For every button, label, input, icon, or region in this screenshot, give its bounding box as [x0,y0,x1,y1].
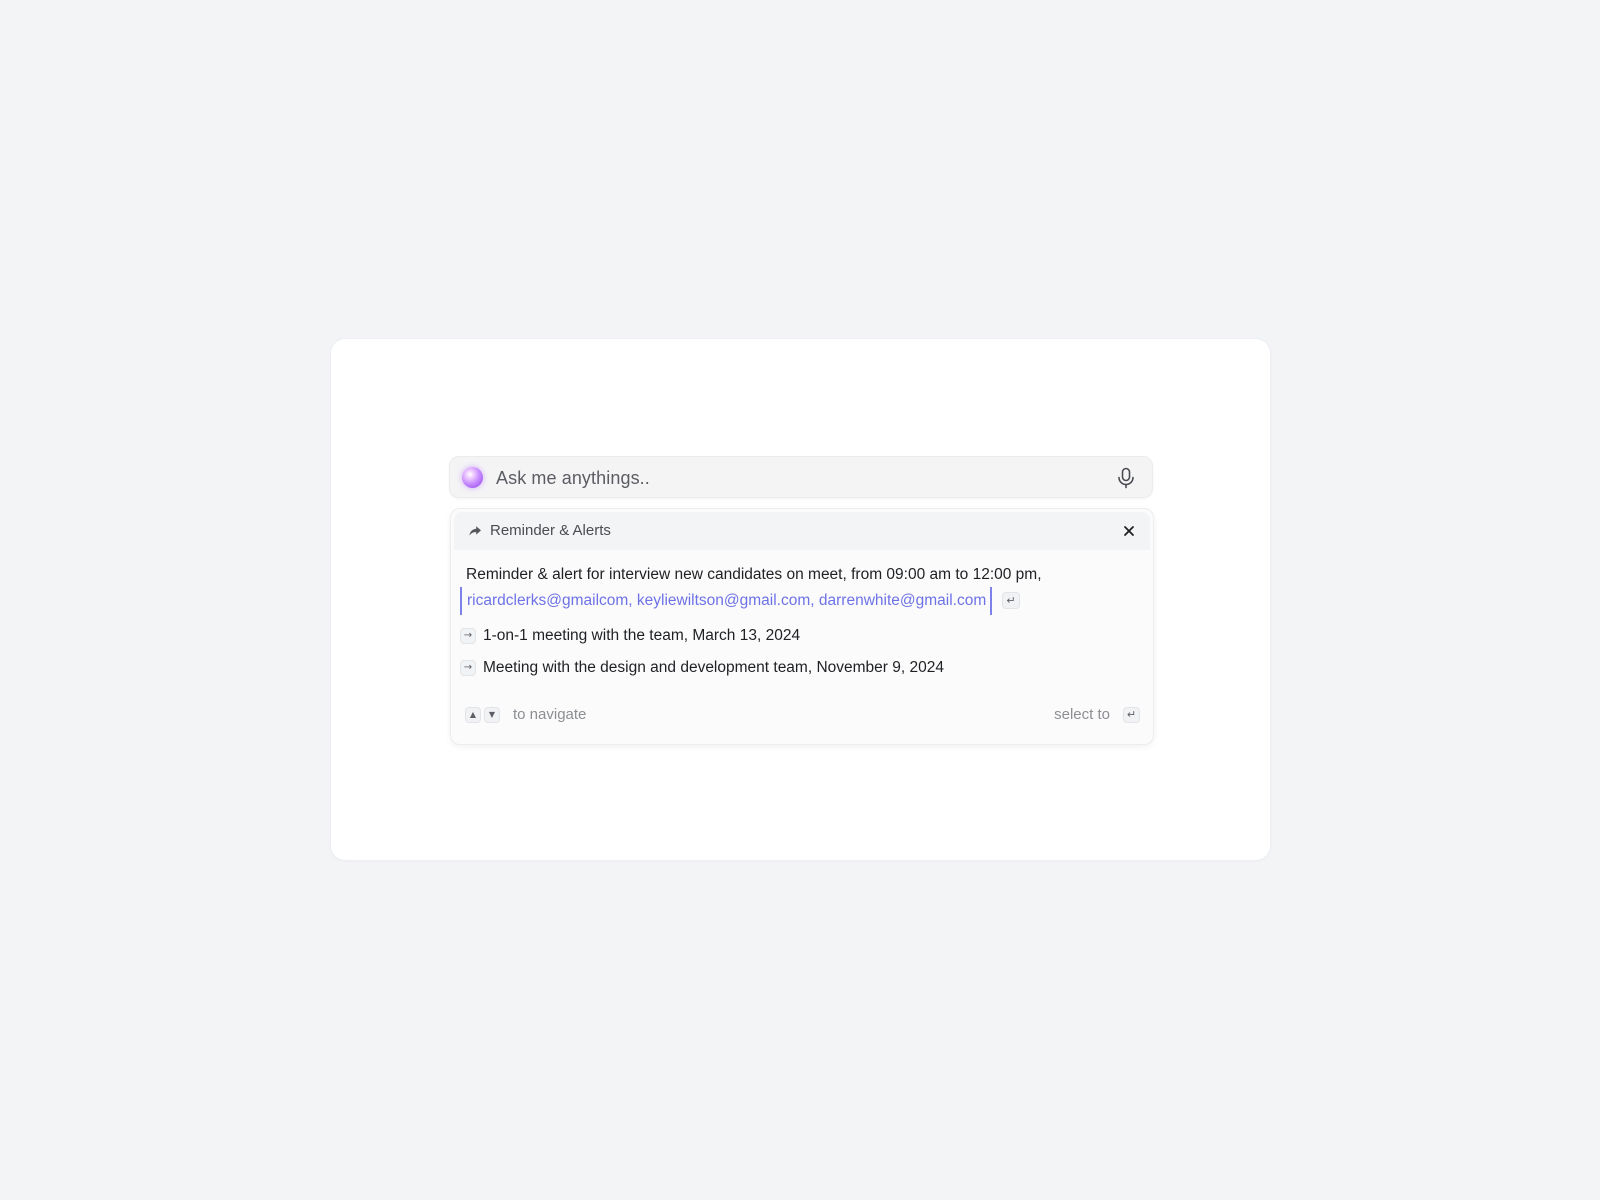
search-input[interactable]: Ask me anythings.. [496,468,650,489]
navigate-label: to navigate [513,706,587,723]
suggestion-item[interactable]: → 1-on-1 meeting with the team, March 13… [460,627,800,645]
select-label: select to [1054,706,1110,723]
results-panel: Reminder & Alerts Reminder & alert for i… [450,508,1154,745]
arrow-right-icon: → [460,628,476,644]
share-arrow-icon [469,526,481,536]
microphone-icon[interactable] [1116,467,1136,489]
email-recipients[interactable]: ricardclerks@gmailcom, keyliewiltson@gma… [467,592,986,610]
arrow-down-key-icon: ▼ [484,706,500,723]
ai-orb-icon [462,467,483,488]
suggestion-item[interactable]: → Meeting with the design and developmen… [460,659,944,677]
footer-navigate-hint: ▲ ▼ to navigate [465,706,586,723]
enter-key-icon: ↵ [1123,706,1140,723]
enter-key-icon[interactable]: ↵ [1002,592,1020,609]
email-selection[interactable]: ricardclerks@gmailcom, keyliewiltson@gma… [460,587,993,615]
reminder-text: Reminder & alert for interview new candi… [466,566,1042,583]
arrow-right-icon: → [460,660,476,676]
panel-title: Reminder & Alerts [490,522,611,539]
panel-header: Reminder & Alerts [454,512,1150,550]
search-bar[interactable]: Ask me anythings.. [449,456,1153,498]
suggestion-label: 1-on-1 meeting with the team, March 13, … [483,627,801,644]
close-icon[interactable] [1122,524,1136,538]
arrow-up-key-icon: ▲ [465,706,481,723]
footer-select-hint: select to ↵ [1054,706,1140,723]
suggestion-label: Meeting with the design and development … [483,659,944,676]
